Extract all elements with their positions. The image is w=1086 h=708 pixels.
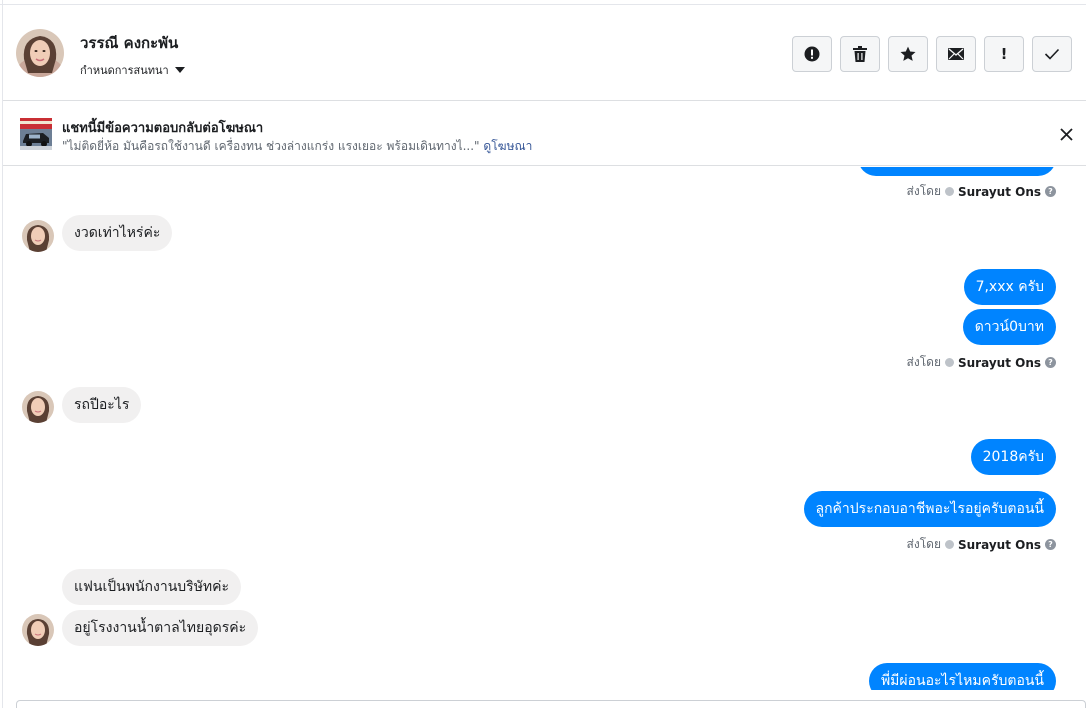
customer-avatar[interactable] bbox=[22, 391, 54, 423]
star-icon bbox=[900, 46, 916, 61]
view-ad-link[interactable]: ดูโฆษณา bbox=[483, 139, 532, 153]
message-bubble-outgoing: พี่มีผ่อนอะไรไหมครับตอนนี้ bbox=[868, 663, 1056, 690]
sent-by-agent: Surayut Ons bbox=[958, 355, 1041, 370]
sent-by-prefix: ส่งโดย bbox=[906, 184, 941, 198]
message-bubble-incoming: งวดเท่าไหร่ค่ะ bbox=[62, 215, 173, 251]
delete-button[interactable] bbox=[840, 36, 880, 72]
mark-unread-button[interactable] bbox=[936, 36, 976, 72]
sent-check-icon bbox=[945, 540, 954, 549]
sent-check-icon bbox=[945, 187, 954, 196]
sent-check-icon bbox=[945, 358, 954, 367]
help-icon[interactable]: ? bbox=[1045, 186, 1056, 197]
message-bubble-incoming: รถปีอะไร bbox=[62, 387, 142, 423]
contact-avatar[interactable] bbox=[16, 29, 64, 77]
conversation-header: วรรณี คงกะพัน กำหนดการสนทนา ! bbox=[3, 5, 1086, 101]
caret-down-icon bbox=[174, 67, 185, 73]
close-banner-button[interactable] bbox=[1056, 124, 1076, 144]
sent-by-row: ส่งโดย Surayut Ons ? bbox=[907, 535, 1056, 554]
mark-done-button[interactable] bbox=[1032, 36, 1072, 72]
ad-thumbnail[interactable] bbox=[20, 118, 52, 150]
contact-name[interactable]: วรรณี คงกะพัน bbox=[80, 31, 178, 55]
sent-by-agent: Surayut Ons bbox=[958, 184, 1041, 199]
conversation-status-dropdown[interactable]: กำหนดการสนทนา bbox=[80, 61, 185, 79]
star-button[interactable] bbox=[888, 36, 928, 72]
trash-icon bbox=[853, 46, 867, 62]
help-icon[interactable]: ? bbox=[1045, 539, 1056, 550]
message-bubble-outgoing: ดาวน์0บาท bbox=[962, 309, 1056, 345]
message-bubble-incoming: อยู่โรงงานน้ำตาลไทยอุดรค่ะ bbox=[62, 610, 259, 646]
close-icon bbox=[1059, 127, 1073, 141]
help-icon[interactable]: ? bbox=[1045, 357, 1056, 368]
ad-quote: "ไม่ติดยี่ห้อ มันคือรถใช้งานดี เครื่องทน… bbox=[62, 139, 480, 153]
mark-spam-button[interactable] bbox=[792, 36, 832, 72]
message-bubble-incoming: แฟนเป็นพนักงานบริษัทค่ะ bbox=[62, 569, 242, 605]
message-bubble-outgoing: 2018ครับ bbox=[970, 439, 1056, 475]
envelope-icon bbox=[948, 48, 964, 60]
message-bubble-outgoing: 7,xxx ครับ bbox=[963, 269, 1056, 305]
ad-reply-banner: แชทนี้มีข้อความตอบกลับต่อโฆษณา "ไม่ติดยี… bbox=[3, 102, 1086, 166]
ad-banner-text: "ไม่ติดยี่ห้อ มันคือรถใช้งานดี เครื่องทน… bbox=[62, 137, 532, 156]
sent-by-agent: Surayut Ons bbox=[958, 537, 1041, 552]
customer-avatar[interactable] bbox=[22, 220, 54, 252]
message-thread[interactable]: ส่งโดย Surayut Ons ? งวดเท่าไหร่ค่ะ 7,xx… bbox=[3, 167, 1086, 690]
conversation-actions: ! bbox=[792, 36, 1072, 72]
sent-by-prefix: ส่งโดย bbox=[906, 355, 941, 369]
sent-by-prefix: ส่งโดย bbox=[906, 537, 941, 551]
checkmark-icon bbox=[1044, 48, 1060, 60]
sent-by-row: ส่งโดย Surayut Ons ? bbox=[907, 182, 1056, 201]
message-bubble-outgoing: ลูกค้าประกอบอาชีพอะไรอยู่ครับตอนนี้ bbox=[803, 491, 1056, 527]
ad-banner-title: แชทนี้มีข้อความตอบกลับต่อโฆษณา bbox=[62, 121, 264, 136]
conversation-status-label: กำหนดการสนทนา bbox=[80, 64, 169, 77]
message-bubble-outgoing-partial bbox=[858, 167, 1056, 176]
reply-composer[interactable] bbox=[16, 700, 1086, 708]
customer-avatar[interactable] bbox=[22, 614, 54, 646]
follow-up-button[interactable]: ! bbox=[984, 36, 1024, 72]
sent-by-row: ส่งโดย Surayut Ons ? bbox=[907, 353, 1056, 372]
alert-circle-icon bbox=[804, 46, 820, 62]
exclamation-icon: ! bbox=[1000, 45, 1008, 63]
